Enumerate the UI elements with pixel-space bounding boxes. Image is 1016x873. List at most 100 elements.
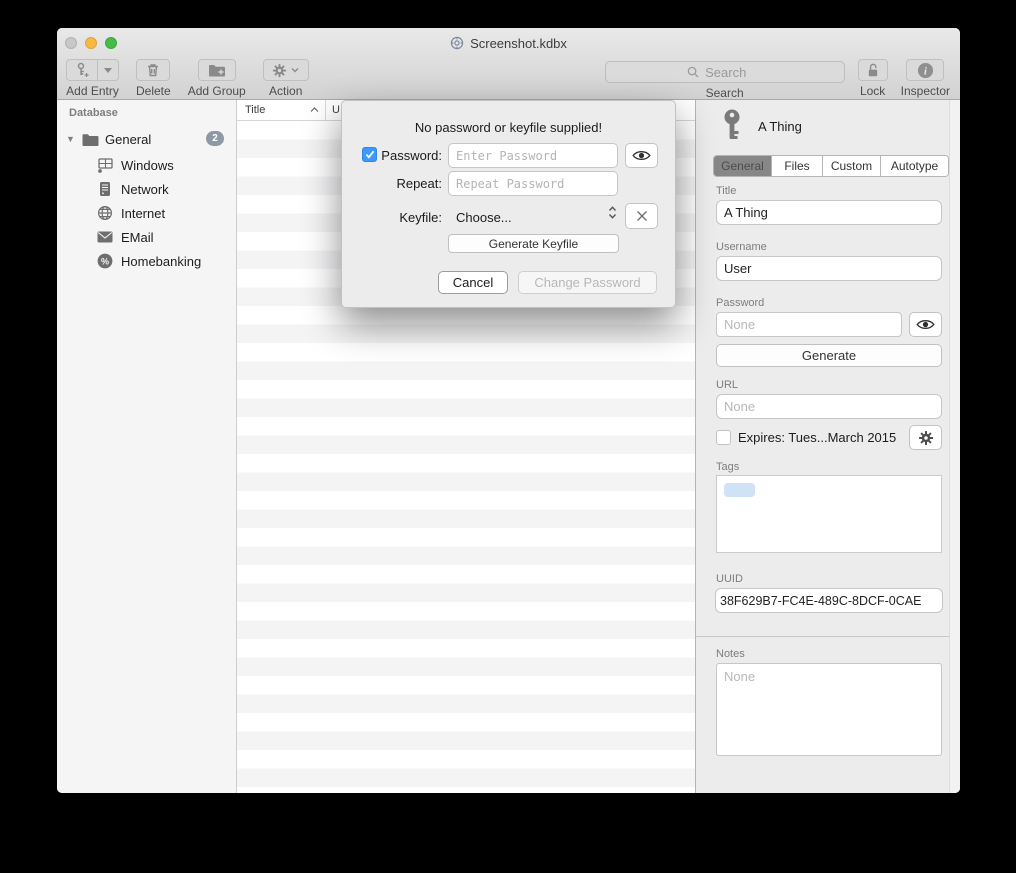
dialog-keyfile-label: Keyfile: [342,210,442,225]
disclosure-triangle-icon[interactable]: ▼ [66,128,75,150]
change-password-button[interactable]: Change Password [518,271,657,294]
section-divider [696,636,960,637]
add-entry-button[interactable] [66,59,97,81]
svg-text:i: i [924,66,927,77]
search-field[interactable] [605,61,845,83]
unlocked-padlock-icon [866,62,880,79]
url-field[interactable] [716,394,942,419]
title-label: Title [716,185,736,197]
tags-label: Tags [716,461,739,473]
dialog-reveal-password-button[interactable] [625,143,658,168]
titlebar[interactable]: Screenshot.kdbx [57,28,960,58]
tab-autotype[interactable]: Autotype [881,156,948,176]
lock-item: Lock [858,59,888,98]
dialog-password-field[interactable] [448,143,618,168]
gear-icon [918,430,934,446]
action-label: Action [269,84,302,98]
group-count-badge: 2 [206,131,224,146]
folder-plus-icon [208,63,226,78]
chevron-down-icon [291,67,299,73]
trash-icon [145,62,161,78]
document-safe-icon [450,36,464,50]
sidebar-item-windows[interactable]: Windows [57,154,236,176]
reveal-password-button[interactable] [909,312,942,337]
expires-checkbox[interactable] [716,430,731,445]
dropdown-arrow-icon [104,68,112,73]
add-entry-label: Add Entry [66,84,119,98]
keyfile-popup[interactable]: Choose... [456,210,512,225]
generate-keyfile-button[interactable]: Generate Keyfile [448,234,619,253]
uuid-field[interactable] [715,588,943,613]
sidebar-item-email[interactable]: EMail [57,226,236,248]
window-chrome: Screenshot.kdbx [57,28,960,100]
dialog-repeat-label: Repeat: [342,176,442,191]
window-title-area: Screenshot.kdbx [57,28,960,58]
sidebar-item-label: General [105,132,151,147]
username-label: Username [716,241,767,253]
cancel-button[interactable]: Cancel [438,271,508,294]
sidebar-item-label: Internet [121,206,165,221]
eye-icon [916,318,935,331]
tab-custom[interactable]: Custom [823,156,881,176]
title-field[interactable] [716,200,942,225]
lock-button[interactable] [858,59,888,81]
generate-password-button[interactable]: Generate [716,344,942,367]
sidebar-item-label: EMail [121,230,154,245]
add-group-label: Add Group [188,84,246,98]
password-field[interactable] [716,312,902,337]
sidebar-item-internet[interactable]: Internet [57,202,236,224]
toolbar-left: Add Entry Delete [66,59,309,98]
sidebar-item-network[interactable]: Network [57,178,236,200]
sidebar-item-label: Windows [121,158,174,173]
search-icon [687,66,699,78]
search-label: Search [706,86,744,100]
svg-text:%: % [101,257,109,267]
window-title: Screenshot.kdbx [470,36,567,51]
entry-title: A Thing [758,119,802,134]
inspector-panel: A Thing General Files Custom Autotype Ti… [695,100,960,793]
search-item: Search [605,59,845,100]
delete-label: Delete [136,84,171,98]
tab-general[interactable]: General [714,156,772,176]
clear-keyfile-button[interactable] [625,203,658,229]
password-label: Password [716,297,764,309]
notes-field[interactable] [716,663,942,756]
column-header-title[interactable]: Title [237,100,325,120]
inspector-button[interactable]: i [906,59,944,81]
toolbar-right: Search Lock i [605,59,950,100]
username-field[interactable] [716,256,942,281]
key-icon [719,108,745,144]
percent-icon: % [97,253,113,269]
stepper-icon[interactable] [608,205,617,220]
notes-label: Notes [716,648,745,660]
action-item: Action [263,59,309,98]
add-entry-dropdown-button[interactable] [97,59,119,81]
lock-label: Lock [860,84,885,98]
app-window: Screenshot.kdbx [57,28,960,793]
dialog-password-label: Password: [342,148,442,163]
action-button[interactable] [263,59,309,81]
url-label: URL [716,379,738,391]
sidebar-header: Database [69,107,118,119]
delete-button[interactable] [136,59,170,81]
delete-item: Delete [136,59,171,98]
dialog-repeat-field[interactable] [448,171,618,196]
expires-label: Expires: Tues...March 2015 [738,430,896,445]
close-x-icon [636,210,648,222]
tag-chip[interactable] [724,483,755,497]
search-input[interactable] [703,64,762,81]
sort-ascending-icon [310,107,319,113]
dialog-message: No password or keyfile supplied! [342,120,675,135]
sidebar-item-general[interactable]: ▼ General 2 [57,128,236,150]
toolbar: Add Entry Delete [57,58,960,100]
inspector-scrollbar[interactable] [949,100,960,793]
expires-settings-button[interactable] [909,425,942,450]
inspector-tabs: General Files Custom Autotype [713,155,949,177]
tab-files[interactable]: Files [772,156,823,176]
add-group-button[interactable] [198,59,236,81]
tags-box[interactable] [716,475,942,553]
sidebar-item-homebanking[interactable]: % Homebanking [57,250,236,272]
windows-network-icon [97,158,114,173]
server-icon [99,181,111,197]
sidebar-item-label: Homebanking [121,254,201,269]
